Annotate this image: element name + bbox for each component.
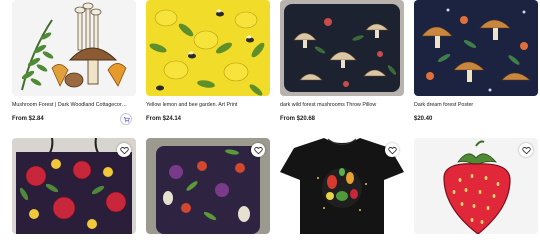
mushroom-poster-art <box>414 0 538 96</box>
favorite-button[interactable] <box>117 143 131 157</box>
product-title[interactable]: Dark dream forest Poster <box>414 102 538 109</box>
product-title[interactable]: Mushroom Forest | Dark Woodland Cottagec… <box>12 102 136 109</box>
mushroom-pillow-art <box>280 0 404 96</box>
mushroom-sticker-art <box>12 0 136 96</box>
product-image[interactable] <box>280 0 404 96</box>
product-price: From $2.84 <box>12 116 44 122</box>
product-image[interactable] <box>414 0 538 96</box>
product-price: $20.40 <box>414 116 433 122</box>
heart-icon <box>253 146 263 154</box>
product-grid: Mushroom Forest | Dark Woodland Cottagec… <box>0 0 540 240</box>
favorite-button[interactable] <box>519 143 533 157</box>
favorite-button[interactable] <box>385 143 399 157</box>
favorite-button[interactable] <box>251 143 265 157</box>
product-image[interactable] <box>146 0 270 96</box>
product-image[interactable] <box>12 0 136 96</box>
heart-icon <box>387 146 397 154</box>
add-to-cart-button[interactable] <box>120 113 132 125</box>
lemon-bee-pattern-art <box>146 0 270 96</box>
product-title[interactable]: Yellow lemon and bee garden. Art Print <box>146 102 270 109</box>
product-title[interactable]: dark wild forest mushrooms Throw Pillow <box>280 102 404 109</box>
product-price: From $24.14 <box>146 116 182 122</box>
heart-icon <box>521 146 531 154</box>
product-price: From $20.68 <box>280 116 316 122</box>
heart-icon <box>119 146 129 154</box>
shopping-cart-icon <box>123 116 130 122</box>
